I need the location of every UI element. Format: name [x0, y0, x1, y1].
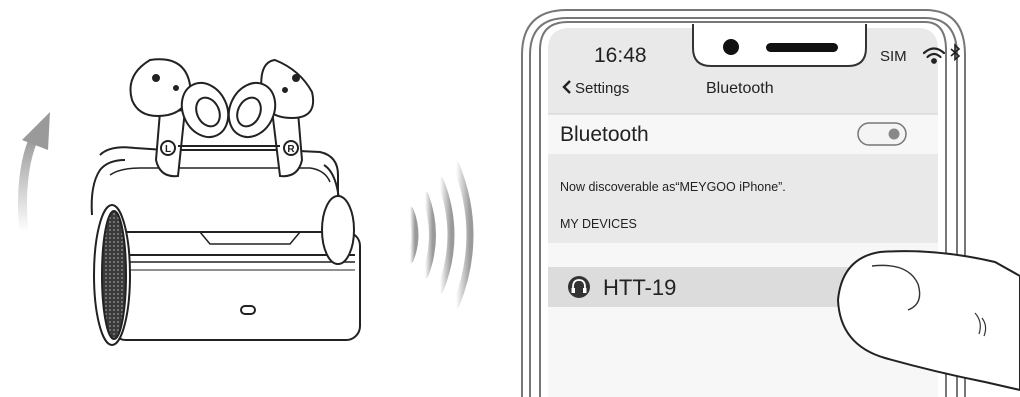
front-camera	[723, 39, 739, 55]
signal-waves-icon	[406, 161, 474, 309]
back-button[interactable]: Settings	[575, 80, 629, 97]
status-carrier: SIM	[880, 48, 907, 65]
earbud-left	[129, 58, 230, 178]
right-earbud-mark: R	[287, 144, 295, 155]
nav-title: Bluetooth	[706, 80, 774, 97]
discoverable-text: Now discoverable as“MEYGOO iPhone”.	[560, 180, 786, 194]
rotate-arrow-icon	[18, 112, 50, 233]
earbud-right	[227, 58, 314, 178]
headphones-icon	[568, 276, 590, 298]
section-header-my-devices: MY DEVICES	[560, 217, 637, 231]
speaker-grille	[766, 43, 838, 52]
earbud-case	[90, 146, 361, 346]
status-time: 16:48	[594, 44, 647, 67]
device-name[interactable]: HTT-19	[603, 275, 676, 300]
illustration-scene: L R 16:48 SIM Settings Bluetooth Bluetoo…	[18, 9, 1020, 397]
bluetooth-toggle[interactable]	[857, 122, 907, 146]
left-earbud-mark: L	[165, 144, 171, 155]
bluetooth-row-label: Bluetooth	[560, 123, 649, 146]
